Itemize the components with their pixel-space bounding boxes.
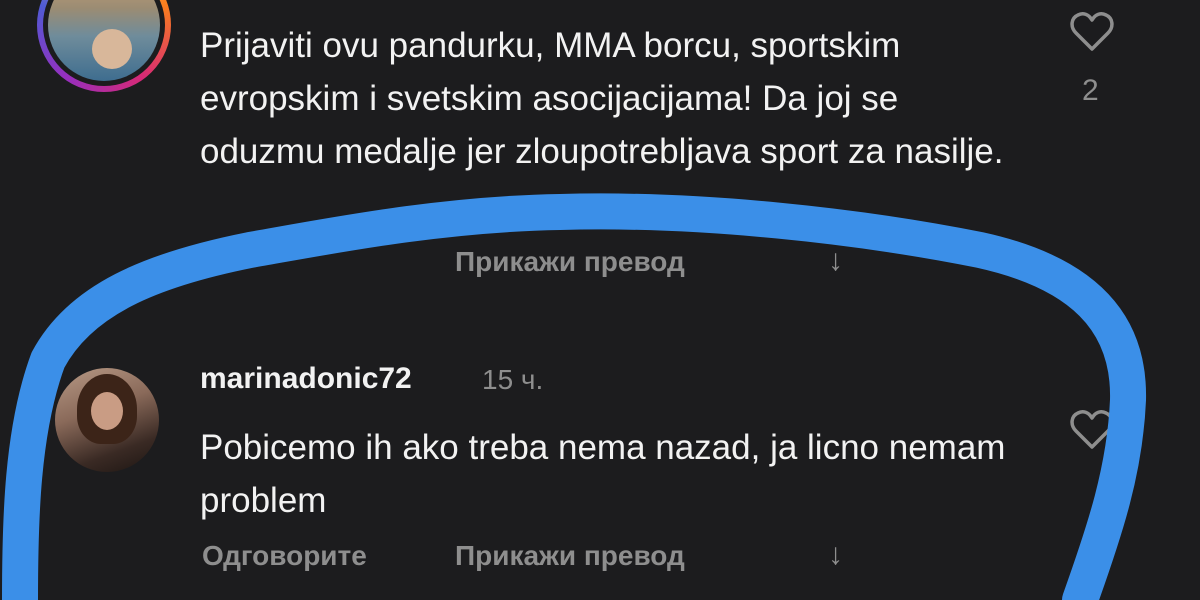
- heart-icon[interactable]: [1070, 410, 1114, 450]
- arrow-down-icon[interactable]: ↓: [828, 538, 843, 572]
- timestamp: 15 ч.: [482, 364, 544, 395]
- avatar[interactable]: [37, 0, 171, 92]
- show-translation-button[interactable]: Прикажи превод: [455, 246, 685, 278]
- username[interactable]: marinadonic72: [200, 362, 412, 396]
- arrow-down-icon[interactable]: ↓: [828, 244, 843, 278]
- like-count[interactable]: 2: [1082, 74, 1099, 108]
- show-translation-button[interactable]: Прикажи превод: [455, 540, 685, 572]
- comment-text: Prijaviti ovu pandurku, MMA borcu, sport…: [200, 26, 1004, 171]
- avatar-face: [91, 392, 123, 430]
- avatar-face: [92, 29, 132, 69]
- comment-text: Pobicemo ih ako treba nema nazad, ja lic…: [200, 428, 1006, 520]
- avatar[interactable]: [55, 368, 159, 472]
- reply-button[interactable]: Одговорите: [202, 540, 367, 572]
- heart-icon[interactable]: [1070, 12, 1114, 52]
